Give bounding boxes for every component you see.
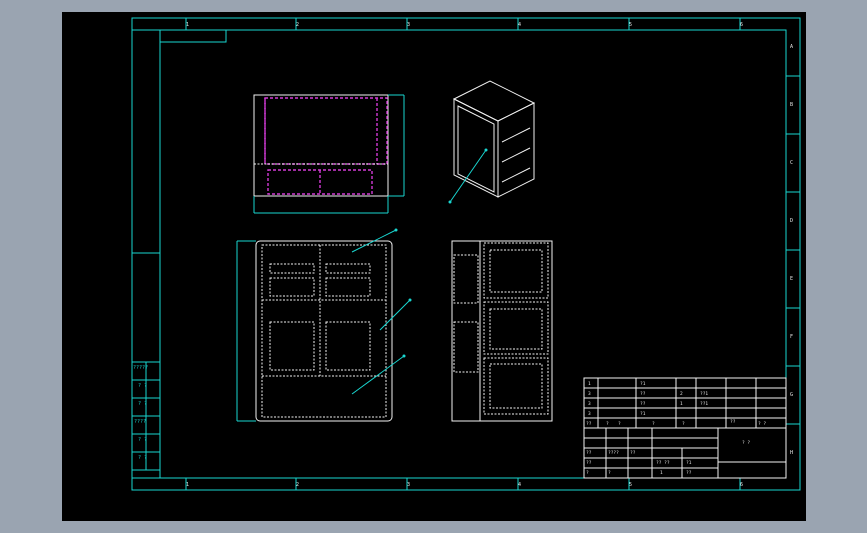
- right-zone-f: F: [790, 334, 793, 340]
- right-zone-c: C: [790, 160, 793, 166]
- tb-r3-c4: ??: [640, 401, 646, 407]
- right-zone-d: D: [790, 218, 793, 224]
- right-zone-ticks: [786, 75, 800, 425]
- top-zone-4: 4: [518, 22, 521, 28]
- tb-r1-c4: ?1: [640, 381, 646, 387]
- tb-lower-11: ? ?: [742, 440, 750, 446]
- top-view: [253, 94, 405, 214]
- tb-r5-c3: ?: [618, 421, 621, 427]
- front-view: [236, 228, 412, 422]
- strip-label-5: ? ?: [138, 437, 147, 443]
- bottom-zone-5: 5: [629, 482, 632, 488]
- tb-r5-c1: ??: [586, 421, 592, 427]
- right-zone-e: E: [790, 276, 793, 282]
- bottom-zone-2: 2: [296, 482, 299, 488]
- isometric-view: [448, 80, 536, 204]
- tb-r5-c2: ?: [606, 421, 609, 427]
- strip-label-2: ? ?: [138, 383, 147, 389]
- tb-r2-c5: 2: [680, 391, 683, 397]
- tb-r5-c4: ?: [652, 421, 655, 427]
- title-block: [583, 377, 787, 479]
- tb-r3-c6: ??1: [700, 401, 708, 407]
- side-view: [451, 240, 553, 422]
- strip-label-3: ? ?: [138, 401, 147, 407]
- tb-r2-c1: 3: [588, 391, 591, 397]
- tb-lower-6: ?: [608, 470, 611, 476]
- bottom-zone-3: 3: [407, 482, 410, 488]
- tb-lower-10: ??: [686, 470, 692, 476]
- tb-lower-1: ??: [586, 450, 592, 456]
- right-zone-a: A: [790, 44, 793, 50]
- bottom-zone-4: 4: [518, 482, 521, 488]
- top-zone-5: 5: [629, 22, 632, 28]
- tb-r5-c5: ?: [682, 421, 685, 427]
- top-zone-3: 3: [407, 22, 410, 28]
- strip-label-6: ? ?: [138, 455, 147, 461]
- tb-r4-c4: ?1: [640, 411, 646, 417]
- tb-r2-c6: ??1: [700, 391, 708, 397]
- tb-r4-c1: 3: [588, 411, 591, 417]
- top-zone-1: 1: [186, 22, 189, 28]
- right-zone-h: H: [790, 450, 793, 456]
- tb-lower-2: ??: [586, 460, 592, 466]
- strip-label-1: ?????: [133, 365, 148, 371]
- tb-r3-c5: 1: [680, 401, 683, 407]
- tb-r3-c1: 3: [588, 401, 591, 407]
- top-zone-ticks: [185, 18, 741, 30]
- tb-lower-7: ?? ??: [656, 460, 670, 466]
- cad-drawing: 1 2 3 4 5 6 1 2 3 4 5 6 A B C D E F G H …: [131, 17, 801, 491]
- tb-lower-9: 1: [660, 470, 663, 476]
- top-zone-2: 2: [296, 22, 299, 28]
- tb-lower-5: ?: [586, 470, 589, 476]
- tb-r1-c1: 1: [588, 381, 591, 387]
- bottom-zone-1: 1: [186, 482, 189, 488]
- tb-lower-4: ??: [630, 450, 636, 456]
- tb-lower-3: ????: [608, 450, 619, 456]
- right-zone-b: B: [790, 102, 793, 108]
- cad-viewport[interactable]: 1 2 3 4 5 6 1 2 3 4 5 6 A B C D E F G H …: [62, 12, 806, 521]
- tb-r2-c4: ??: [640, 391, 646, 397]
- tb-lower-8: ?1: [686, 460, 692, 466]
- tb-r5-c7: ? ?: [758, 421, 766, 427]
- bottom-zone-ticks: [185, 478, 741, 490]
- top-zone-6: 6: [740, 22, 743, 28]
- corner-box: [159, 29, 227, 43]
- tb-r5-c6: ??: [730, 419, 736, 425]
- strip-label-4: ????: [134, 419, 146, 425]
- right-zone-g: G: [790, 392, 793, 398]
- bottom-zone-6: 6: [740, 482, 743, 488]
- outer-frame: [131, 17, 801, 491]
- left-revision-strip: [131, 361, 161, 471]
